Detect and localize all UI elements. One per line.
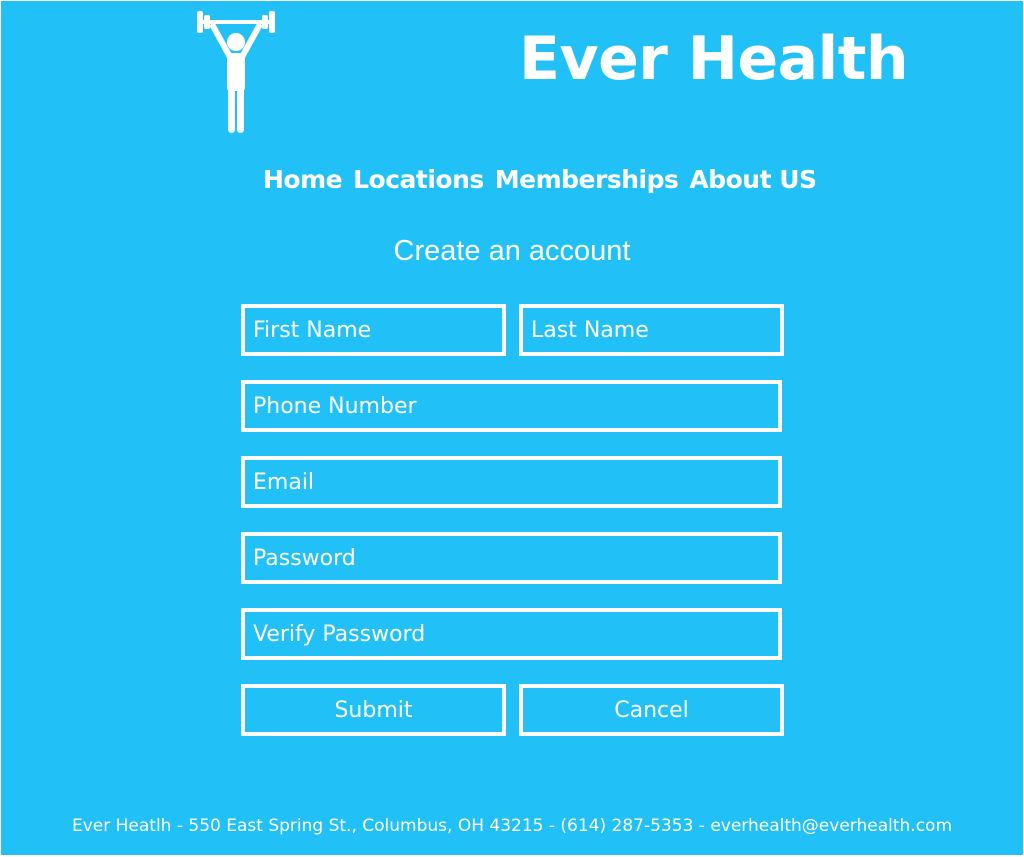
form-title: Create an account (393, 235, 631, 267)
nav-item-memberships[interactable]: Memberships (495, 167, 679, 192)
brand-title: Ever Health (519, 24, 909, 94)
email-input[interactable] (241, 456, 782, 508)
signup-page: Ever Health Home Locations Memberships A… (1, 1, 1023, 855)
nav-item-home[interactable]: Home (263, 167, 343, 192)
last-name-input[interactable] (519, 304, 784, 356)
password-input[interactable] (241, 532, 782, 584)
first-name-input[interactable] (241, 304, 506, 356)
submit-button[interactable]: Submit (241, 684, 506, 736)
nav-item-about-us[interactable]: About US (689, 167, 817, 192)
footer-contact: Ever Heatlh - 550 East Spring St., Colum… (71, 816, 952, 836)
main-nav: Home Locations Memberships About US (263, 167, 817, 192)
nav-item-locations[interactable]: Locations (353, 167, 484, 192)
phone-number-input[interactable] (241, 380, 782, 432)
verify-password-input[interactable] (241, 608, 782, 660)
cancel-button[interactable]: Cancel (519, 684, 784, 736)
weightlifter-icon (197, 11, 275, 133)
